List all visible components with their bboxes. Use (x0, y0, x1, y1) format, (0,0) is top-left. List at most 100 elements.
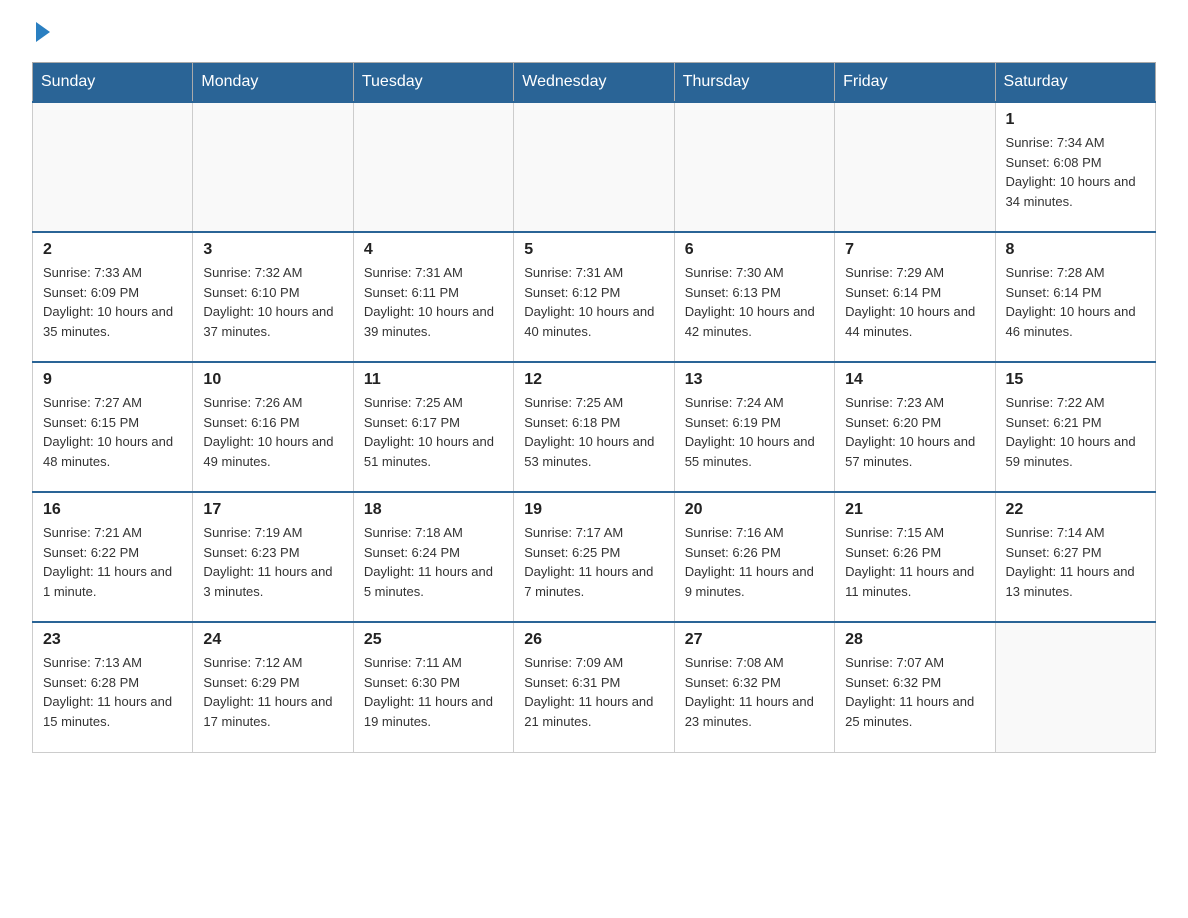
calendar-cell: 23 Sunrise: 7:13 AM Sunset: 6:28 PM Dayli… (33, 622, 193, 752)
week-row: 23 Sunrise: 7:13 AM Sunset: 6:28 PM Dayli… (33, 622, 1156, 752)
day-info: Sunrise: 7:14 AM Sunset: 6:27 PM Dayligh… (1006, 523, 1145, 601)
day-number: 25 (364, 631, 503, 649)
day-of-week-header: Saturday (995, 63, 1155, 103)
day-number: 4 (364, 241, 503, 259)
calendar-cell: 24 Sunrise: 7:12 AM Sunset: 6:29 PM Dayli… (193, 622, 353, 752)
calendar-cell: 3 Sunrise: 7:32 AM Sunset: 6:10 PM Daylig… (193, 232, 353, 362)
calendar-cell: 15 Sunrise: 7:22 AM Sunset: 6:21 PM Dayli… (995, 362, 1155, 492)
calendar-cell (193, 102, 353, 232)
day-of-week-header: Sunday (33, 63, 193, 103)
day-of-week-header: Friday (835, 63, 995, 103)
week-row: 1 Sunrise: 7:34 AM Sunset: 6:08 PM Daylig… (33, 102, 1156, 232)
day-number: 6 (685, 241, 824, 259)
day-info: Sunrise: 7:25 AM Sunset: 6:17 PM Dayligh… (364, 393, 503, 471)
day-info: Sunrise: 7:13 AM Sunset: 6:28 PM Dayligh… (43, 653, 182, 731)
calendar-cell: 5 Sunrise: 7:31 AM Sunset: 6:12 PM Daylig… (514, 232, 674, 362)
calendar-cell: 21 Sunrise: 7:15 AM Sunset: 6:26 PM Dayli… (835, 492, 995, 622)
day-number: 26 (524, 631, 663, 649)
calendar-cell (33, 102, 193, 232)
calendar-cell: 25 Sunrise: 7:11 AM Sunset: 6:30 PM Dayli… (353, 622, 513, 752)
day-number: 28 (845, 631, 984, 649)
calendar-cell: 17 Sunrise: 7:19 AM Sunset: 6:23 PM Dayli… (193, 492, 353, 622)
calendar-cell: 10 Sunrise: 7:26 AM Sunset: 6:16 PM Dayli… (193, 362, 353, 492)
day-number: 15 (1006, 371, 1145, 389)
calendar-cell: 19Sunrise: 7:17 AM Sunset: 6:25 PM Dayli… (514, 492, 674, 622)
week-row: 2 Sunrise: 7:33 AM Sunset: 6:09 PM Daylig… (33, 232, 1156, 362)
day-number: 20 (685, 501, 824, 519)
week-row: 9 Sunrise: 7:27 AM Sunset: 6:15 PM Daylig… (33, 362, 1156, 492)
day-number: 3 (203, 241, 342, 259)
calendar-cell: 16 Sunrise: 7:21 AM Sunset: 6:22 PM Dayli… (33, 492, 193, 622)
day-of-week-header: Thursday (674, 63, 834, 103)
calendar-cell: 26 Sunrise: 7:09 AM Sunset: 6:31 PM Dayli… (514, 622, 674, 752)
day-number: 13 (685, 371, 824, 389)
calendar-cell (835, 102, 995, 232)
day-info: Sunrise: 7:08 AM Sunset: 6:32 PM Dayligh… (685, 653, 824, 731)
logo (32, 24, 50, 42)
day-info: Sunrise: 7:18 AM Sunset: 6:24 PM Dayligh… (364, 523, 503, 601)
calendar-cell: 4 Sunrise: 7:31 AM Sunset: 6:11 PM Daylig… (353, 232, 513, 362)
day-number: 23 (43, 631, 182, 649)
calendar-cell: 1 Sunrise: 7:34 AM Sunset: 6:08 PM Daylig… (995, 102, 1155, 232)
day-info: Sunrise: 7:24 AM Sunset: 6:19 PM Dayligh… (685, 393, 824, 471)
day-number: 11 (364, 371, 503, 389)
calendar-cell: 28 Sunrise: 7:07 AM Sunset: 6:32 PM Dayli… (835, 622, 995, 752)
day-info: Sunrise: 7:19 AM Sunset: 6:23 PM Dayligh… (203, 523, 342, 601)
calendar-cell: 14 Sunrise: 7:23 AM Sunset: 6:20 PM Dayli… (835, 362, 995, 492)
day-info: Sunrise: 7:11 AM Sunset: 6:30 PM Dayligh… (364, 653, 503, 731)
calendar-cell (995, 622, 1155, 752)
day-info: Sunrise: 7:27 AM Sunset: 6:15 PM Dayligh… (43, 393, 182, 471)
day-number: 10 (203, 371, 342, 389)
day-info: Sunrise: 7:15 AM Sunset: 6:26 PM Dayligh… (845, 523, 984, 601)
day-info: Sunrise: 7:22 AM Sunset: 6:21 PM Dayligh… (1006, 393, 1145, 471)
day-info: Sunrise: 7:17 AM Sunset: 6:25 PM Dayligh… (524, 523, 663, 601)
day-number: 17 (203, 501, 342, 519)
day-number: 14 (845, 371, 984, 389)
day-info: Sunrise: 7:12 AM Sunset: 6:29 PM Dayligh… (203, 653, 342, 731)
day-info: Sunrise: 7:16 AM Sunset: 6:26 PM Dayligh… (685, 523, 824, 601)
day-info: Sunrise: 7:21 AM Sunset: 6:22 PM Dayligh… (43, 523, 182, 601)
day-number: 27 (685, 631, 824, 649)
day-number: 1 (1006, 111, 1145, 129)
day-number: 16 (43, 501, 182, 519)
day-info: Sunrise: 7:29 AM Sunset: 6:14 PM Dayligh… (845, 263, 984, 341)
calendar-table: SundayMondayTuesdayWednesdayThursdayFrid… (32, 62, 1156, 753)
calendar-cell: 13 Sunrise: 7:24 AM Sunset: 6:19 PM Dayli… (674, 362, 834, 492)
calendar-cell: 6Sunrise: 7:30 AM Sunset: 6:13 PM Daylig… (674, 232, 834, 362)
day-number: 2 (43, 241, 182, 259)
calendar-cell: 9 Sunrise: 7:27 AM Sunset: 6:15 PM Daylig… (33, 362, 193, 492)
day-number: 9 (43, 371, 182, 389)
logo-arrow-icon (36, 22, 50, 42)
day-info: Sunrise: 7:28 AM Sunset: 6:14 PM Dayligh… (1006, 263, 1145, 341)
day-info: Sunrise: 7:31 AM Sunset: 6:11 PM Dayligh… (364, 263, 503, 341)
calendar-cell: 11 Sunrise: 7:25 AM Sunset: 6:17 PM Dayli… (353, 362, 513, 492)
page-header (32, 24, 1156, 42)
week-row: 16 Sunrise: 7:21 AM Sunset: 6:22 PM Dayli… (33, 492, 1156, 622)
day-info: Sunrise: 7:23 AM Sunset: 6:20 PM Dayligh… (845, 393, 984, 471)
day-of-week-header: Wednesday (514, 63, 674, 103)
day-info: Sunrise: 7:26 AM Sunset: 6:16 PM Dayligh… (203, 393, 342, 471)
day-info: Sunrise: 7:09 AM Sunset: 6:31 PM Dayligh… (524, 653, 663, 731)
day-info: Sunrise: 7:34 AM Sunset: 6:08 PM Dayligh… (1006, 133, 1145, 211)
day-number: 18 (364, 501, 503, 519)
day-number: 24 (203, 631, 342, 649)
day-info: Sunrise: 7:07 AM Sunset: 6:32 PM Dayligh… (845, 653, 984, 731)
day-number: 22 (1006, 501, 1145, 519)
day-number: 21 (845, 501, 984, 519)
calendar-cell: 8Sunrise: 7:28 AM Sunset: 6:14 PM Daylig… (995, 232, 1155, 362)
day-info: Sunrise: 7:33 AM Sunset: 6:09 PM Dayligh… (43, 263, 182, 341)
day-number: 12 (524, 371, 663, 389)
day-info: Sunrise: 7:32 AM Sunset: 6:10 PM Dayligh… (203, 263, 342, 341)
calendar-cell (514, 102, 674, 232)
calendar-cell: 12Sunrise: 7:25 AM Sunset: 6:18 PM Dayli… (514, 362, 674, 492)
day-info: Sunrise: 7:31 AM Sunset: 6:12 PM Dayligh… (524, 263, 663, 341)
calendar-cell: 2 Sunrise: 7:33 AM Sunset: 6:09 PM Daylig… (33, 232, 193, 362)
day-of-week-header: Monday (193, 63, 353, 103)
day-number: 7 (845, 241, 984, 259)
day-number: 5 (524, 241, 663, 259)
calendar-cell: 27 Sunrise: 7:08 AM Sunset: 6:32 PM Dayli… (674, 622, 834, 752)
calendar-cell: 22 Sunrise: 7:14 AM Sunset: 6:27 PM Dayli… (995, 492, 1155, 622)
calendar-cell (353, 102, 513, 232)
calendar-cell: 7 Sunrise: 7:29 AM Sunset: 6:14 PM Daylig… (835, 232, 995, 362)
day-of-week-header: Tuesday (353, 63, 513, 103)
